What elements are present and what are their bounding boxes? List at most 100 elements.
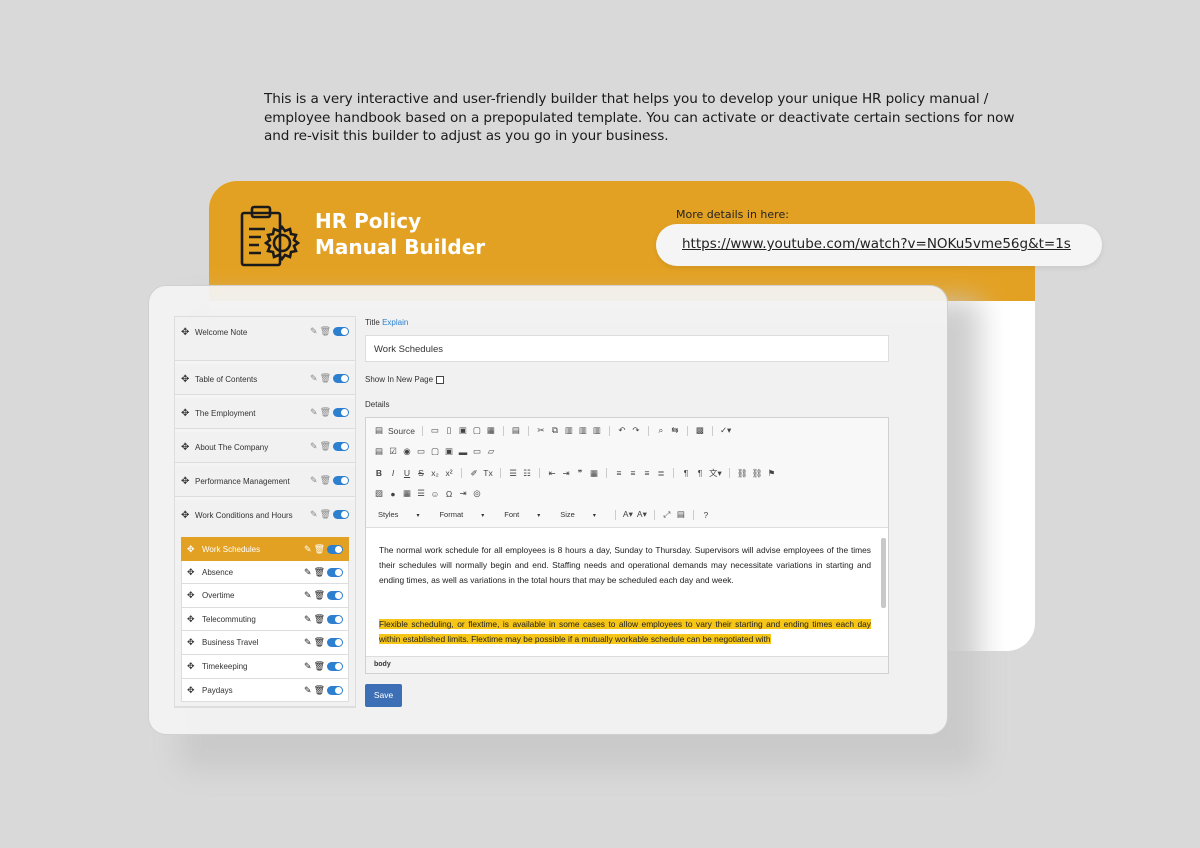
sidebar-item-table-of-contents[interactable]: ✥ Table of Contents ✎ 🗑 (175, 364, 355, 395)
edit-icon[interactable]: ✎ (310, 407, 318, 418)
move-icon[interactable]: ✥ (187, 544, 195, 555)
size-dropdown[interactable]: Size ▾ (556, 509, 600, 520)
move-icon[interactable]: ✥ (187, 614, 195, 625)
editor-scrollbar[interactable] (881, 530, 886, 658)
move-icon[interactable]: ✥ (181, 374, 189, 385)
maximize-icon[interactable]: ⤢ (662, 509, 672, 520)
horizontal-line-icon[interactable]: ☰ (416, 488, 426, 499)
trash-icon[interactable]: 🗑 (314, 590, 325, 601)
sidebar-item-welcome-note[interactable]: ✥ Welcome Note ✎ 🗑 (175, 317, 355, 361)
paste-word-icon[interactable]: ▥ (592, 425, 602, 436)
sub-item-absence[interactable]: ✥ Absence ✎ 🗑 (181, 560, 349, 585)
source-button[interactable]: Source (388, 426, 415, 436)
trash-icon[interactable]: 🗑 (320, 326, 331, 337)
save-button[interactable]: Save (365, 684, 402, 707)
trash-icon[interactable]: 🗑 (314, 685, 325, 696)
toggle-switch[interactable] (333, 327, 349, 336)
align-right-icon[interactable]: ≡ (642, 468, 652, 478)
checkbox-icon[interactable]: ☑ (388, 446, 398, 457)
toggle-switch[interactable] (333, 408, 349, 417)
toggle-switch[interactable] (327, 638, 343, 648)
ltr-icon[interactable]: ¶ (681, 468, 691, 478)
video-link[interactable]: https://www.youtube.com/watch?v=NOKu5vme… (682, 236, 1071, 252)
sub-item-overtime[interactable]: ✥ Overtime ✎ 🗑 (181, 584, 349, 608)
copy-format-icon[interactable]: ✐ (469, 468, 479, 479)
trash-icon[interactable]: 🗑 (320, 475, 331, 486)
edit-icon[interactable]: ✎ (304, 544, 312, 555)
edit-icon[interactable]: ✎ (310, 475, 318, 486)
outdent-icon[interactable]: ⇤ (547, 468, 557, 479)
video-link-pill[interactable]: https://www.youtube.com/watch?v=NOKu5vme… (656, 224, 1102, 266)
iframe-icon[interactable]: ◎ (472, 488, 482, 499)
button-icon[interactable]: ▬ (458, 447, 468, 457)
numbered-list-icon[interactable]: ☰ (508, 468, 518, 479)
sub-item-telecommuting[interactable]: ✥ Telecommuting ✎ 🗑 (181, 607, 349, 632)
remove-format-icon[interactable]: Tx (483, 468, 493, 478)
strike-icon[interactable]: S (416, 468, 426, 478)
blockquote-icon[interactable]: ❞ (575, 468, 585, 479)
div-icon[interactable]: ▦ (589, 468, 599, 479)
rtl-icon[interactable]: ¶ (695, 468, 705, 478)
move-icon[interactable]: ✥ (181, 510, 189, 521)
form-icon[interactable]: ▤ (374, 446, 384, 457)
trash-icon[interactable]: 🗑 (314, 544, 325, 555)
edit-icon[interactable]: ✎ (310, 441, 318, 452)
align-center-icon[interactable]: ≡ (628, 468, 638, 478)
anchor-icon[interactable]: ⚑ (766, 468, 776, 479)
superscript-icon[interactable]: x² (444, 468, 454, 478)
trash-icon[interactable]: 🗑 (314, 637, 325, 648)
bold-icon[interactable]: B (374, 468, 384, 478)
italic-icon[interactable]: I (388, 468, 398, 478)
image-button-icon[interactable]: ▭ (472, 446, 482, 457)
radio-icon[interactable]: ◉ (402, 446, 412, 457)
language-icon[interactable]: 文▾ (709, 467, 722, 479)
show-blocks-icon[interactable]: ▤ (676, 509, 686, 520)
trash-icon[interactable]: 🗑 (314, 661, 325, 672)
toggle-switch[interactable] (327, 545, 343, 554)
explain-link[interactable]: Explain (382, 318, 408, 327)
toggle-switch[interactable] (327, 685, 343, 695)
edit-icon[interactable]: ✎ (304, 590, 312, 601)
textarea-icon[interactable]: ▢ (430, 446, 440, 457)
move-icon[interactable]: ✥ (181, 442, 189, 453)
justify-icon[interactable]: ≣ (656, 468, 666, 479)
spellcheck-icon[interactable]: ✓▾ (720, 425, 731, 436)
trash-icon[interactable]: 🗑 (320, 407, 331, 418)
smiley-icon[interactable]: ☺ (430, 489, 440, 499)
underline-icon[interactable]: U (402, 468, 412, 478)
textfield-icon[interactable]: ▭ (416, 446, 426, 457)
hidden-field-icon[interactable]: ▱ (486, 446, 496, 457)
move-icon[interactable]: ✥ (187, 590, 195, 601)
bg-color-icon[interactable]: A▾ (637, 509, 647, 520)
font-dropdown[interactable]: Font ▾ (500, 509, 544, 520)
edit-icon[interactable]: ✎ (310, 326, 318, 337)
templates-icon[interactable]: ▤ (511, 425, 521, 436)
trash-icon[interactable]: 🗑 (320, 373, 331, 384)
edit-icon[interactable]: ✎ (304, 614, 312, 625)
toggle-switch[interactable] (327, 661, 343, 671)
edit-icon[interactable]: ✎ (304, 637, 312, 648)
toggle-switch[interactable] (333, 374, 349, 383)
paste-icon[interactable]: ▥ (564, 425, 574, 436)
find-icon[interactable]: ⌕ (656, 425, 666, 436)
edit-icon[interactable]: ✎ (304, 567, 312, 578)
move-icon[interactable]: ✥ (181, 476, 189, 487)
page-break-icon[interactable]: ⇥ (458, 488, 468, 499)
image-icon[interactable]: ▨ (374, 488, 384, 499)
link-icon[interactable]: ⛓ (737, 468, 748, 479)
sidebar-item-the-employment[interactable]: ✥ The Employment ✎ 🗑 (175, 398, 355, 429)
sub-item-paydays[interactable]: ✥ Paydays ✎ 🗑 (181, 678, 349, 703)
cut-icon[interactable]: ✂ (536, 425, 546, 436)
align-left-icon[interactable]: ≡ (614, 468, 624, 478)
select-icon[interactable]: ▣ (444, 446, 454, 457)
unlink-icon[interactable]: ⛓ (752, 468, 763, 479)
edit-icon[interactable]: ✎ (310, 509, 318, 520)
trash-icon[interactable]: 🗑 (314, 614, 325, 625)
sidebar-item-performance-management[interactable]: ✥ Performance Management ✎ 🗑 (175, 466, 355, 497)
replace-icon[interactable]: ⇆ (670, 425, 680, 436)
title-input[interactable]: Work Schedules (365, 335, 889, 362)
toggle-switch[interactable] (333, 510, 349, 519)
paste-text-icon[interactable]: ▥ (578, 425, 588, 436)
preview-icon[interactable]: ▢ (472, 425, 482, 436)
move-icon[interactable]: ✥ (187, 661, 195, 672)
